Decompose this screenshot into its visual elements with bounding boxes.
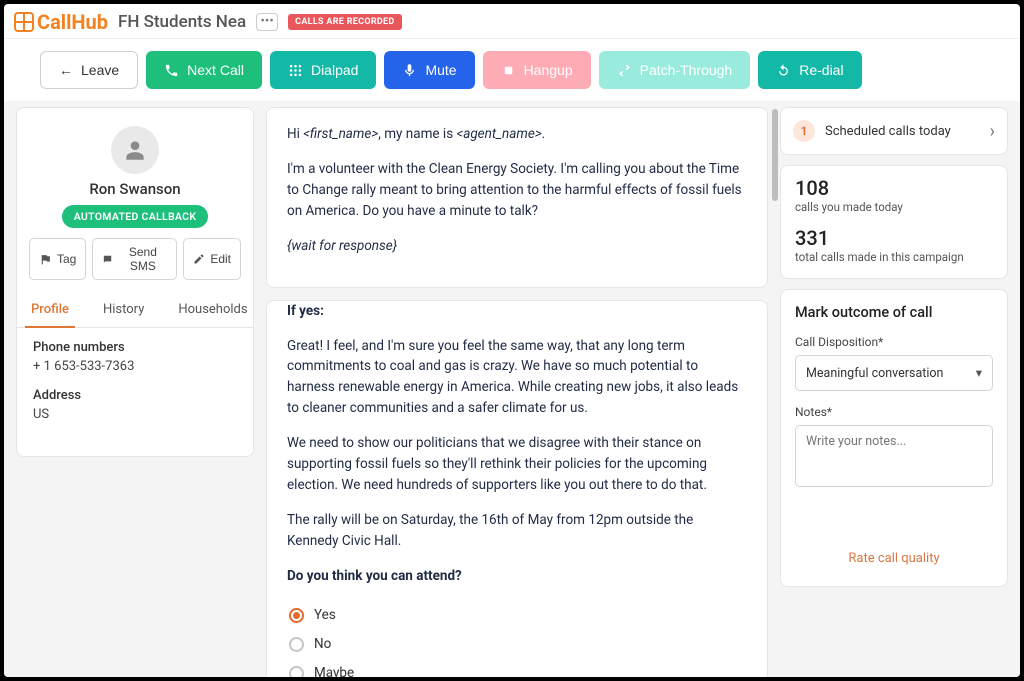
tag-button[interactable]: Tag: [29, 238, 86, 280]
scheduled-label: Scheduled calls today: [825, 124, 980, 139]
contact-panel: Ron Swanson AUTOMATED CALLBACK Tag Send …: [16, 107, 254, 457]
campaign-menu-icon[interactable]: •••: [256, 13, 278, 31]
radio-icon: [289, 637, 304, 652]
notes-label: Notes*: [795, 405, 993, 419]
chevron-down-icon: ▾: [976, 365, 982, 381]
leave-button[interactable]: ← Leave: [40, 51, 138, 89]
script-intro: Hi <first_name>, my name is <agent_name>…: [287, 124, 747, 145]
right-column: 1 Scheduled calls today › 108 calls you …: [780, 107, 1008, 587]
sms-label: Send SMS: [118, 245, 167, 273]
tab-history[interactable]: History: [97, 292, 150, 327]
toolbar: ← Leave Next Call Dialpad Mute Hangup Pa…: [4, 39, 1020, 101]
edit-button[interactable]: Edit: [183, 238, 241, 280]
script-question: Do you think you can attend?: [287, 568, 462, 584]
scrollbar[interactable]: [772, 109, 778, 201]
campaign-name: FH Students Nea: [118, 12, 246, 32]
mic-icon: [402, 63, 417, 78]
script-p4: We need to show our politicians that we …: [287, 433, 747, 496]
chevron-right-icon: ›: [990, 121, 995, 142]
stat-total-lbl: total calls made in this campaign: [795, 250, 993, 264]
next-call-button[interactable]: Next Call: [146, 51, 262, 89]
leave-label: Leave: [81, 62, 119, 78]
phone-value: + 1 653-533-7363: [33, 359, 237, 374]
address-label: Address: [33, 388, 237, 403]
redial-icon: [776, 63, 791, 78]
mute-label: Mute: [425, 62, 456, 78]
tab-households[interactable]: Households: [172, 292, 253, 327]
option-maybe[interactable]: Maybe: [287, 659, 747, 677]
script-p2: I'm a volunteer with the Clean Energy So…: [287, 159, 747, 222]
next-call-label: Next Call: [187, 62, 244, 78]
script-p5: The rally will be on Saturday, the 16th …: [287, 510, 747, 552]
outcome-title: Mark outcome of call: [795, 304, 993, 321]
patch-through-label: Patch-Through: [640, 62, 733, 78]
script-p3: Great! I feel, and I'm sure you feel the…: [287, 336, 747, 420]
hangup-button[interactable]: Hangup: [483, 51, 591, 89]
stat-today-num: 108: [795, 176, 993, 200]
disposition-select[interactable]: Meaningful conversation ▾: [795, 355, 993, 391]
send-sms-button[interactable]: Send SMS: [92, 238, 177, 280]
dialpad-icon: [288, 63, 303, 78]
stats-card: 108 calls you made today 331 total calls…: [780, 165, 1008, 279]
dialpad-label: Dialpad: [311, 62, 358, 78]
callback-chip: AUTOMATED CALLBACK: [62, 205, 209, 228]
phone-label: Phone numbers: [33, 340, 237, 355]
script-wait: {wait for response}: [287, 236, 747, 257]
notes-input[interactable]: [795, 425, 993, 487]
hangup-icon: [501, 63, 516, 78]
redial-label: Re-dial: [799, 62, 843, 78]
option-no[interactable]: No: [287, 630, 747, 659]
script-column: Hi <first_name>, my name is <agent_name>…: [266, 107, 768, 665]
person-icon: [122, 137, 148, 163]
edit-label: Edit: [210, 252, 231, 266]
brand-name: CallHub: [37, 10, 108, 34]
topbar: CallHub FH Students Nea ••• CALLS ARE RE…: [4, 4, 1020, 39]
pencil-icon: [193, 253, 205, 265]
tab-profile[interactable]: Profile: [25, 292, 75, 327]
leave-icon: ←: [59, 62, 73, 78]
scheduled-count: 1: [793, 120, 815, 142]
disposition-label: Call Disposition*: [795, 335, 993, 349]
redial-button[interactable]: Re-dial: [758, 51, 861, 89]
option-yes-label: Yes: [314, 605, 336, 626]
transfer-icon: [617, 63, 632, 78]
stat-total-num: 331: [795, 226, 993, 250]
scheduled-calls-card[interactable]: 1 Scheduled calls today ›: [780, 107, 1008, 155]
address-value: US: [33, 407, 237, 422]
radio-icon: [289, 608, 304, 623]
option-maybe-label: Maybe: [314, 663, 354, 677]
outcome-card: Mark outcome of call Call Disposition* M…: [780, 289, 1008, 587]
if-yes: If yes:: [287, 303, 324, 319]
dialpad-button[interactable]: Dialpad: [270, 51, 376, 89]
sms-icon: [102, 253, 113, 266]
option-yes[interactable]: Yes: [287, 601, 747, 630]
script-panel-1: Hi <first_name>, my name is <agent_name>…: [266, 107, 768, 288]
hangup-label: Hangup: [524, 62, 573, 78]
rate-call-quality-link[interactable]: Rate call quality: [795, 551, 993, 566]
option-no-label: No: [314, 634, 331, 655]
radio-icon: [289, 666, 304, 677]
recorded-badge: CALLS ARE RECORDED: [288, 14, 401, 30]
mute-button[interactable]: Mute: [384, 51, 474, 89]
flag-icon: [39, 253, 52, 266]
disposition-value: Meaningful conversation: [806, 366, 943, 381]
avatar: [111, 126, 159, 174]
patch-through-button[interactable]: Patch-Through: [599, 51, 751, 89]
logo-icon: [14, 12, 34, 32]
contact-name: Ron Swanson: [17, 180, 253, 198]
logo: CallHub: [14, 10, 108, 34]
stat-today-lbl: calls you made today: [795, 200, 993, 214]
script-panel-2: If yes: Great! I feel, and I'm sure you …: [266, 300, 768, 677]
tag-label: Tag: [57, 252, 76, 266]
phone-icon: [164, 63, 179, 78]
